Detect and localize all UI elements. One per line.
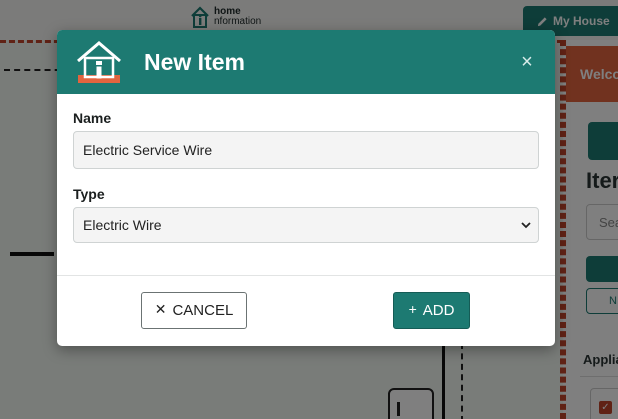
modal-title: New Item xyxy=(144,49,245,75)
type-label: Type xyxy=(73,186,105,202)
modal-footer-divider xyxy=(57,275,555,276)
cancel-button[interactable]: ✕ CANCEL xyxy=(141,292,247,329)
home-info-logo-icon xyxy=(77,41,121,83)
cancel-label: CANCEL xyxy=(172,302,234,319)
x-icon: ✕ xyxy=(154,300,167,317)
type-selected-value: Electric Wire xyxy=(83,217,162,233)
add-button[interactable]: + ADD xyxy=(393,292,470,329)
modal-header: New Item × xyxy=(57,30,555,94)
type-select[interactable]: Electric Wire xyxy=(73,207,539,243)
chevron-down-icon xyxy=(521,222,531,229)
name-label: Name xyxy=(73,110,112,126)
name-input[interactable] xyxy=(73,131,539,169)
plus-icon: + xyxy=(408,300,417,317)
close-icon[interactable]: × xyxy=(518,52,536,72)
add-label: ADD xyxy=(422,302,455,319)
new-item-modal: New Item × Name Type Electric Wire ✕ CAN… xyxy=(57,30,555,346)
